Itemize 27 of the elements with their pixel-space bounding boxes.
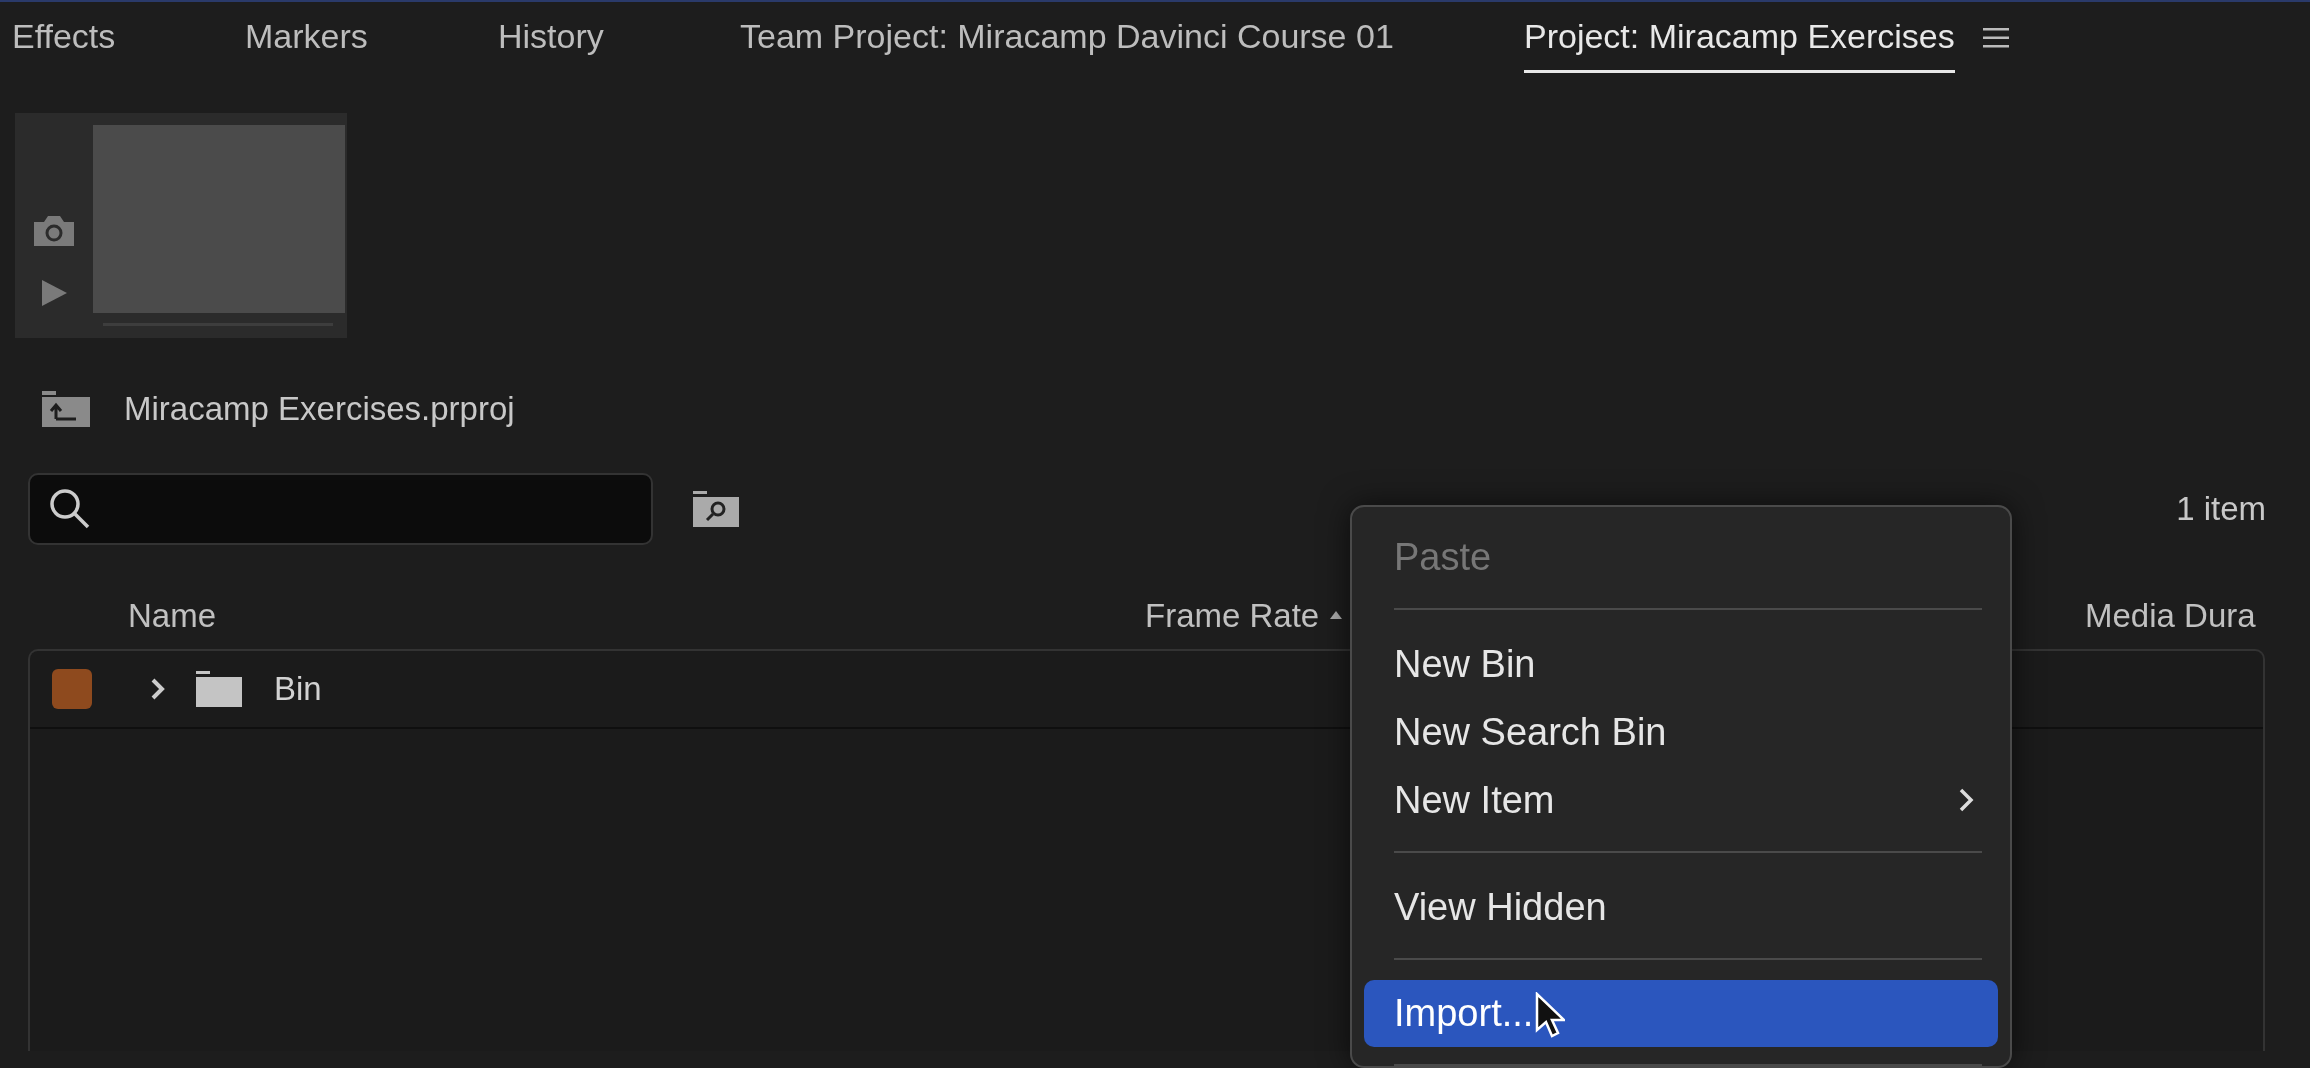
- tab[interactable]: Project: Miracamp Exercises: [1524, 3, 1955, 73]
- tab[interactable]: Markers: [245, 3, 368, 73]
- folder-icon: [196, 671, 242, 707]
- search-field[interactable]: [28, 473, 653, 545]
- item-count: 1 item: [2176, 490, 2266, 528]
- label-swatch[interactable]: [52, 669, 92, 709]
- menu-item[interactable]: New Bin: [1364, 630, 1998, 698]
- menu-icon[interactable]: [1982, 27, 2009, 49]
- column-header[interactable]: Name: [128, 597, 217, 635]
- parent-folder-icon[interactable]: [40, 389, 92, 429]
- mouse-pointer-icon: [1535, 992, 1565, 1038]
- menu-item[interactable]: New Search Bin: [1364, 698, 1998, 766]
- chevron-icon[interactable]: [150, 677, 166, 701]
- bin-name[interactable]: Bin: [274, 670, 322, 708]
- search-icon: [48, 487, 92, 531]
- tab[interactable]: History: [498, 3, 604, 73]
- play-icon[interactable]: [39, 278, 69, 308]
- menu-item[interactable]: New Item: [1364, 766, 1998, 834]
- project-path: Miracamp Exercises.prproj: [124, 390, 515, 428]
- camera-icon[interactable]: [32, 214, 76, 248]
- search-folder-icon[interactable]: [693, 491, 739, 527]
- column-header[interactable]: Media Dura: [2085, 597, 2256, 635]
- tab[interactable]: Team Project: Miracamp Davinci Course 01: [740, 3, 1394, 73]
- menu-item[interactable]: View Hidden: [1364, 873, 1998, 941]
- column-header[interactable]: Frame Rate: [1145, 597, 1320, 635]
- tab[interactable]: Effects: [12, 3, 116, 73]
- menu-item[interactable]: Import...: [1364, 980, 1998, 1047]
